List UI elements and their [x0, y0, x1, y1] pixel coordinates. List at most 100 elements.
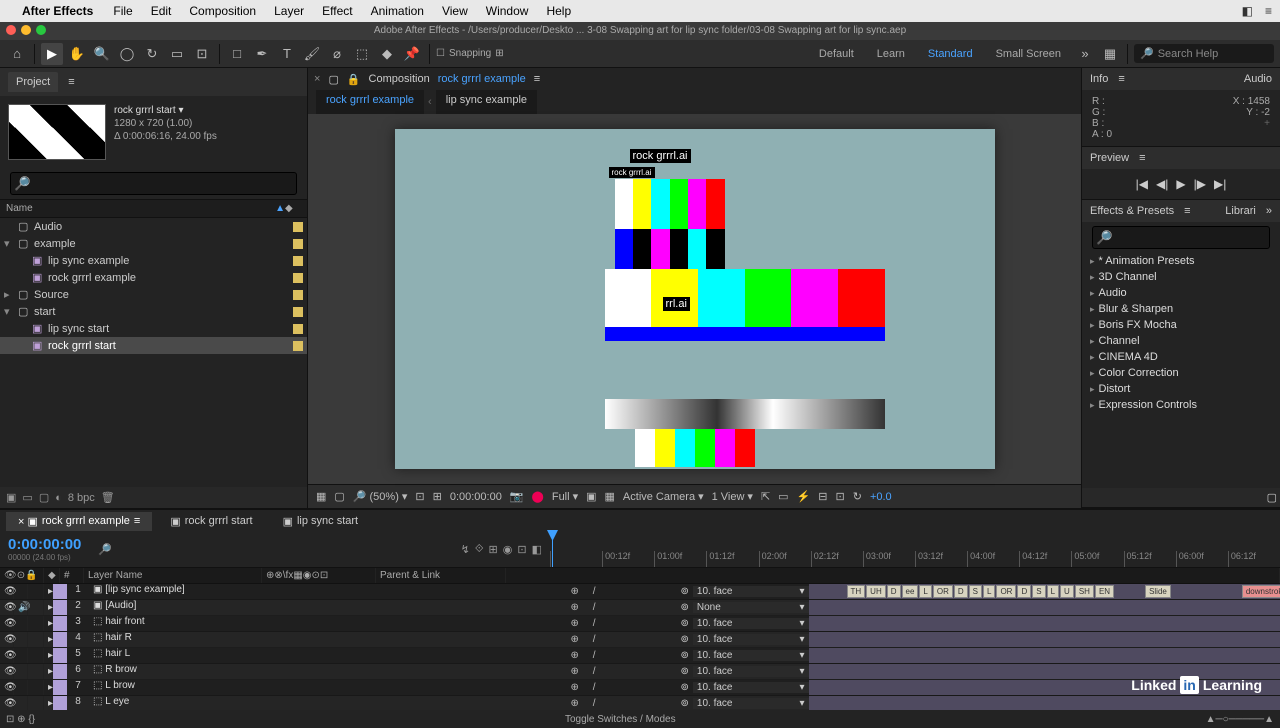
tl-zoom-icon[interactable]: ⊡ ⊕ {}: [6, 714, 35, 725]
tl-timecode[interactable]: 0:00:00:00: [8, 536, 82, 553]
help-search-input[interactable]: 🔎 Search Help: [1134, 44, 1274, 63]
home-icon[interactable]: ⌂: [6, 43, 28, 65]
layer-row-8[interactable]: 👁 ▸ 8 ⬚ L eye ⊕ / ⊚10. face▾: [0, 696, 1280, 710]
menu-view[interactable]: View: [442, 4, 468, 18]
tree-row-lip-sync-example[interactable]: ▣ lip sync example: [0, 252, 307, 269]
workspace-learn[interactable]: Learn: [867, 44, 915, 64]
pan-behind-tool-icon[interactable]: ⊡: [191, 43, 213, 65]
layer-row-1[interactable]: 👁 ▸ 1 ▣ [lip sync example] ⊕ / ⊚10. face…: [0, 584, 1280, 600]
roto-tool-icon[interactable]: ◆: [376, 43, 398, 65]
prev-frame-icon[interactable]: ◀|: [1156, 177, 1168, 191]
lock-icon[interactable]: 🔒: [347, 73, 361, 86]
fx-audio[interactable]: Audio: [1082, 285, 1280, 301]
new-comp-icon[interactable]: ▭: [22, 491, 32, 504]
crumb-tab-rockgrrrl[interactable]: rock grrrl example: [316, 90, 424, 114]
selection-tool-icon[interactable]: ▶: [41, 43, 63, 65]
tl-shy2-icon[interactable]: ⟐: [475, 543, 484, 556]
tl-tab-lipsync-start[interactable]: ▣ lip sync start: [271, 512, 371, 531]
fx-3d-channel[interactable]: 3D Channel: [1082, 269, 1280, 285]
panel-menu-icon[interactable]: ≡: [68, 76, 74, 88]
timeline-icon[interactable]: ⊟: [818, 490, 827, 503]
tl-ruler[interactable]: 00:12f01:00f01:12f02:00f02:12f03:00f03:1…: [550, 532, 1280, 567]
adjust-icon[interactable]: ◐: [55, 492, 62, 504]
channel-icon[interactable]: ⬤: [532, 490, 544, 503]
exposure-value[interactable]: +0.0: [870, 491, 892, 503]
tl-frameblend-icon[interactable]: ⊞: [489, 543, 498, 556]
timeline-layers[interactable]: 👁 ▸ 1 ▣ [lip sync example] ⊕ / ⊚10. face…: [0, 584, 1280, 710]
snapping-checkbox[interactable]: ☐Snapping⊞: [436, 48, 504, 59]
zoom-tool-icon[interactable]: 🔍: [91, 43, 113, 65]
first-frame-icon[interactable]: |◀: [1136, 177, 1148, 191]
puppet-tool-icon[interactable]: 📌: [401, 43, 423, 65]
snapshot-icon[interactable]: 📷: [510, 490, 524, 503]
tl-zoom-slider[interactable]: ▲─○─────▲: [1206, 714, 1274, 725]
fx--animation-presets[interactable]: * Animation Presets: [1082, 253, 1280, 269]
clone-tool-icon[interactable]: ⌀: [326, 43, 348, 65]
grid-icon[interactable]: ⊞: [433, 490, 442, 503]
menu-animation[interactable]: Animation: [371, 4, 424, 18]
pixel-aspect-icon[interactable]: ▭: [778, 490, 788, 503]
project-tree[interactable]: ▢ Audio ▾ ▢ example ▣ lip sync example ▣…: [0, 218, 307, 487]
workspace-chevron-icon[interactable]: »: [1074, 43, 1096, 65]
tl-graph-icon[interactable]: ⊡: [517, 543, 526, 556]
camera-select[interactable]: Active Camera ▾: [623, 490, 704, 503]
workspace-default[interactable]: Default: [809, 44, 864, 64]
project-search-input[interactable]: [10, 172, 297, 195]
hand-tool-icon[interactable]: ✋: [66, 43, 88, 65]
workspace-small[interactable]: Small Screen: [986, 44, 1071, 64]
view-select[interactable]: 1 View ▾: [712, 490, 753, 503]
workspace-reset-icon[interactable]: ▦: [1099, 43, 1121, 65]
tl-toggle-switches[interactable]: Toggle Switches / Modes: [43, 714, 1198, 725]
new-bin-icon[interactable]: ▢: [1267, 492, 1277, 504]
tree-row-example[interactable]: ▾ ▢ example: [0, 235, 307, 252]
eraser-tool-icon[interactable]: ⬚: [351, 43, 373, 65]
layer-row-4[interactable]: 👁 ▸ 4 ⬚ hair R ⊕ / ⊚10. face▾: [0, 632, 1280, 648]
camera-tool-icon[interactable]: ▭: [166, 43, 188, 65]
layer-row-6[interactable]: 👁 ▸ 6 ⬚ R brow ⊕ / ⊚10. face▾: [0, 664, 1280, 680]
audio-tab[interactable]: Audio: [1244, 73, 1272, 85]
tree-row-Source[interactable]: ▸ ▢ Source: [0, 286, 307, 303]
orbit-tool-icon[interactable]: ◯: [116, 43, 138, 65]
tree-row-Audio[interactable]: ▢ Audio: [0, 218, 307, 235]
menu-file[interactable]: File: [113, 4, 132, 18]
next-frame-icon[interactable]: |▶: [1194, 177, 1206, 191]
app-name[interactable]: After Effects: [22, 4, 93, 18]
pen-tool-icon[interactable]: ✒: [251, 43, 273, 65]
crumb-tab-lipsync[interactable]: lip sync example: [436, 90, 537, 114]
menu-window[interactable]: Window: [486, 4, 529, 18]
effects-tab[interactable]: Effects & Presets: [1090, 205, 1174, 217]
magnification-select[interactable]: 🔎 (50%) ▾: [353, 490, 408, 503]
tl-tab-rockgrrrl-example[interactable]: × ▣ rock grrrl example ≡: [6, 512, 152, 531]
layer-row-2[interactable]: 👁 🔊 ▸ 2 ▣ [Audio] ⊕ / ⊚None▾: [0, 600, 1280, 616]
layer-row-7[interactable]: 👁 ▸ 7 ⬚ L brow ⊕ / ⊚10. face▾: [0, 680, 1280, 696]
layer-row-3[interactable]: 👁 ▸ 3 ⬚ hair front ⊕ / ⊚10. face▾: [0, 616, 1280, 632]
fx-channel[interactable]: Channel: [1082, 333, 1280, 349]
tl-draft3d-icon[interactable]: ◧: [532, 543, 542, 556]
tl-search-icon[interactable]: 🔎: [98, 543, 112, 556]
brush-tool-icon[interactable]: 🖌: [301, 43, 323, 65]
roi-icon[interactable]: ▣: [586, 490, 596, 503]
info-tab[interactable]: Info: [1090, 73, 1108, 85]
transparency-icon[interactable]: ▦: [605, 490, 615, 503]
window-close-button[interactable]: [6, 25, 16, 35]
last-frame-icon[interactable]: ▶|: [1214, 177, 1226, 191]
fx-boris-fx-mocha[interactable]: Boris FX Mocha: [1082, 317, 1280, 333]
fx-blur-sharpen[interactable]: Blur & Sharpen: [1082, 301, 1280, 317]
new-folder-icon[interactable]: ▢: [39, 491, 49, 504]
panel-menu-icon[interactable]: ≡: [534, 73, 540, 85]
share-icon[interactable]: ⇱: [761, 490, 770, 503]
tl-tab-rockgrrrl-start[interactable]: ▣ rock grrrl start: [158, 512, 264, 531]
tree-row-rock-grrrl-start[interactable]: ▣ rock grrrl start: [0, 337, 307, 354]
time-display[interactable]: 0:00:00:00: [450, 491, 502, 503]
preview-tab[interactable]: Preview: [1090, 152, 1129, 164]
resolution-select[interactable]: Full ▾: [552, 490, 578, 503]
menu-edit[interactable]: Edit: [151, 4, 172, 18]
fx-expression-controls[interactable]: Expression Controls: [1082, 397, 1280, 413]
fast-preview-icon[interactable]: ⚡: [797, 490, 811, 503]
type-tool-icon[interactable]: T: [276, 43, 298, 65]
play-icon[interactable]: ▶: [1176, 177, 1185, 191]
workspace-standard[interactable]: Standard: [918, 44, 983, 64]
menu-composition[interactable]: Composition: [189, 4, 256, 18]
menu-effect[interactable]: Effect: [322, 4, 352, 18]
tree-row-rock-grrrl-example[interactable]: ▣ rock grrrl example: [0, 269, 307, 286]
